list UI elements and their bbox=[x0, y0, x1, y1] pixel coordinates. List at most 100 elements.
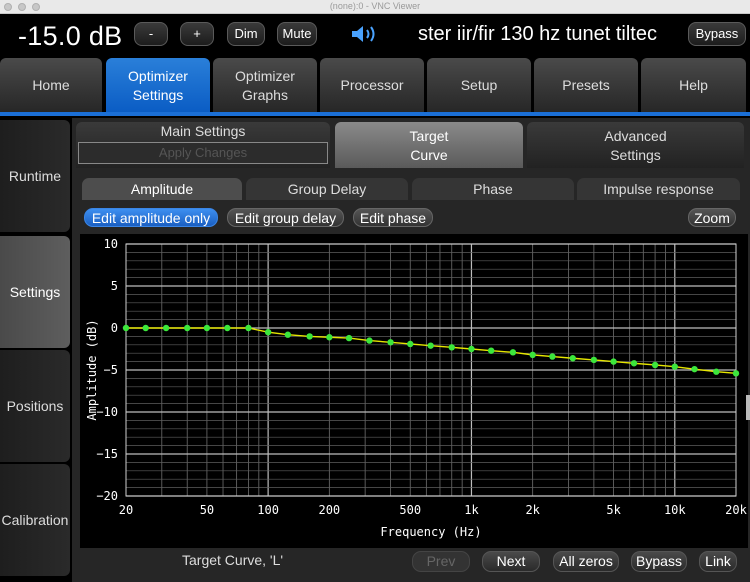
chart-tab-amplitude[interactable]: Amplitude bbox=[82, 178, 242, 200]
nav-tab-presets[interactable]: Presets bbox=[534, 58, 638, 113]
curve-point[interactable] bbox=[590, 356, 598, 364]
x-tick-label: 2k bbox=[525, 503, 540, 517]
side-tab-runtime[interactable]: Runtime bbox=[0, 120, 70, 232]
next-button[interactable]: Next bbox=[482, 551, 540, 572]
curve-point[interactable] bbox=[529, 351, 536, 359]
main-nav: Home Optimizer Settings Optimizer Graphs P… bbox=[0, 58, 750, 113]
window-title: (none):0 - VNC Viewer bbox=[329, 1, 421, 11]
curve-point[interactable] bbox=[509, 349, 517, 356]
curve-point[interactable] bbox=[549, 353, 556, 360]
sub-tab-advanced-settings[interactable]: Advanced Settings bbox=[527, 122, 744, 168]
curve-point[interactable] bbox=[630, 360, 638, 367]
volume-readout[interactable]: -15.0 dB bbox=[18, 21, 122, 52]
curve-point[interactable] bbox=[387, 339, 394, 346]
nav-tab-processor[interactable]: Processor bbox=[320, 58, 424, 113]
nav-tab-label: Optimizer bbox=[235, 67, 295, 84]
amplitude-chart[interactable]: 10 5 0 −5 −10 −15 −20 20 50 100 200 500 1k 2k 5k 10k 20k… bbox=[80, 234, 748, 548]
chart-tab-impulse-response[interactable]: Impulse response bbox=[577, 178, 740, 200]
dim-button[interactable]: Dim bbox=[227, 22, 265, 46]
nav-active-underline bbox=[0, 112, 750, 116]
mute-button[interactable]: Mute bbox=[277, 22, 317, 46]
nav-tab-optimizer-graphs[interactable]: Optimizer Graphs bbox=[213, 58, 317, 113]
curve-point[interactable] bbox=[142, 324, 149, 332]
curve-point[interactable] bbox=[732, 370, 740, 377]
curve-point[interactable] bbox=[427, 342, 434, 349]
edit-phase-button[interactable]: Edit phase bbox=[353, 208, 433, 227]
x-tick-label: 500 bbox=[399, 503, 421, 517]
speaker-icon[interactable] bbox=[350, 24, 382, 44]
status-bar: -15.0 dB - + Dim Mute ster iir/fir 130 h… bbox=[0, 14, 750, 56]
curve-point[interactable] bbox=[224, 324, 231, 332]
curve-point[interactable] bbox=[610, 358, 617, 365]
y-tick-label: −5 bbox=[104, 363, 118, 377]
nav-tab-help[interactable]: Help bbox=[641, 58, 746, 113]
target-curve-line bbox=[126, 327, 737, 375]
curve-point[interactable] bbox=[448, 344, 455, 351]
nav-tab-label: Processor bbox=[340, 77, 404, 93]
y-tick-label: 10 bbox=[104, 237, 118, 251]
y-tick-label: −15 bbox=[96, 447, 118, 461]
y-tick-label: −20 bbox=[96, 489, 118, 503]
x-tick-label: 50 bbox=[200, 503, 214, 517]
nav-tab-label: Home bbox=[32, 77, 70, 93]
target-curve-label: Target Curve, 'L' bbox=[182, 552, 284, 568]
chart-tab-phase[interactable]: Phase bbox=[412, 178, 574, 200]
side-tab-positions[interactable]: Positions bbox=[0, 350, 70, 462]
curve-point[interactable] bbox=[245, 324, 252, 332]
y-tick-label: 5 bbox=[111, 279, 118, 293]
curve-point[interactable] bbox=[284, 331, 292, 338]
curve-point[interactable] bbox=[184, 324, 191, 332]
volume-up-button[interactable]: + bbox=[180, 22, 214, 46]
curve-point[interactable] bbox=[651, 361, 659, 369]
x-tick-label: 20k bbox=[725, 503, 747, 517]
curve-point[interactable] bbox=[713, 368, 720, 375]
curve-point[interactable] bbox=[487, 347, 495, 354]
curve-point[interactable] bbox=[468, 345, 475, 353]
y-axis-label: Amplitude (dB) bbox=[85, 319, 99, 420]
nav-tab-optimizer-settings[interactable]: Optimizer Settings bbox=[106, 58, 210, 113]
y-tick-label: −10 bbox=[96, 405, 118, 419]
curve-point[interactable] bbox=[671, 363, 678, 370]
scrollbar-stub[interactable] bbox=[746, 395, 750, 420]
prev-button[interactable]: Prev bbox=[412, 551, 470, 572]
nav-tab-label: Help bbox=[679, 77, 708, 93]
curve-point[interactable] bbox=[306, 333, 313, 340]
link-button[interactable]: Link bbox=[699, 551, 737, 572]
sub-tab-label-line2: Curve bbox=[410, 147, 448, 163]
window-title-bar: (none):0 - VNC Viewer bbox=[0, 0, 750, 14]
side-tab-settings[interactable]: Settings bbox=[0, 236, 70, 348]
curve-point[interactable] bbox=[366, 337, 373, 344]
sub-tab-label: Main Settings bbox=[160, 123, 246, 139]
apply-changes-button[interactable]: Apply Changes bbox=[78, 142, 328, 164]
chart-tab-group-delay[interactable]: Group Delay bbox=[246, 178, 408, 200]
nav-tab-label-line2: Graphs bbox=[242, 86, 288, 103]
settings-panel: Main Settings Apply Changes Target Curve… bbox=[72, 118, 750, 582]
curve-point[interactable] bbox=[345, 334, 353, 342]
nav-tab-home[interactable]: Home bbox=[0, 58, 102, 113]
x-axis-label: Frequency (Hz) bbox=[380, 525, 481, 539]
all-zeros-button[interactable]: All zeros bbox=[553, 551, 619, 572]
zoom-button[interactable]: Zoom bbox=[688, 208, 736, 227]
nav-tab-setup[interactable]: Setup bbox=[427, 58, 531, 113]
side-tab-calibration[interactable]: Calibration bbox=[0, 464, 70, 576]
sub-tab-label: Target bbox=[409, 128, 449, 144]
curve-point[interactable] bbox=[407, 340, 414, 348]
preset-name: ster iir/fir 130 hz tunet tiltec bbox=[418, 23, 657, 45]
curve-point[interactable] bbox=[326, 334, 333, 341]
curve-point[interactable] bbox=[122, 324, 130, 332]
sub-tab-target-curve[interactable]: Target Curve bbox=[335, 122, 523, 168]
curve-bypass-button[interactable]: Bypass bbox=[631, 551, 687, 572]
x-tick-label: 5k bbox=[606, 503, 621, 517]
chart-svg[interactable]: 1050−5−10−15−2020 50 100 200 500 1k 2k 5k 10k 20k… bbox=[80, 234, 748, 548]
curve-point[interactable] bbox=[691, 365, 698, 373]
edit-amplitude-only-button[interactable]: Edit amplitude only bbox=[84, 208, 218, 227]
sub-tab-label-line2: Settings bbox=[610, 147, 661, 163]
curve-point[interactable] bbox=[569, 355, 576, 362]
curve-point[interactable] bbox=[162, 324, 170, 332]
curve-point[interactable] bbox=[264, 329, 272, 336]
volume-down-button[interactable]: - bbox=[134, 22, 168, 46]
sub-tab-label: Advanced bbox=[604, 128, 667, 144]
curve-point[interactable] bbox=[203, 324, 211, 332]
edit-group-delay-button[interactable]: Edit group delay bbox=[227, 208, 344, 227]
global-bypass-button[interactable]: Bypass bbox=[688, 22, 746, 46]
